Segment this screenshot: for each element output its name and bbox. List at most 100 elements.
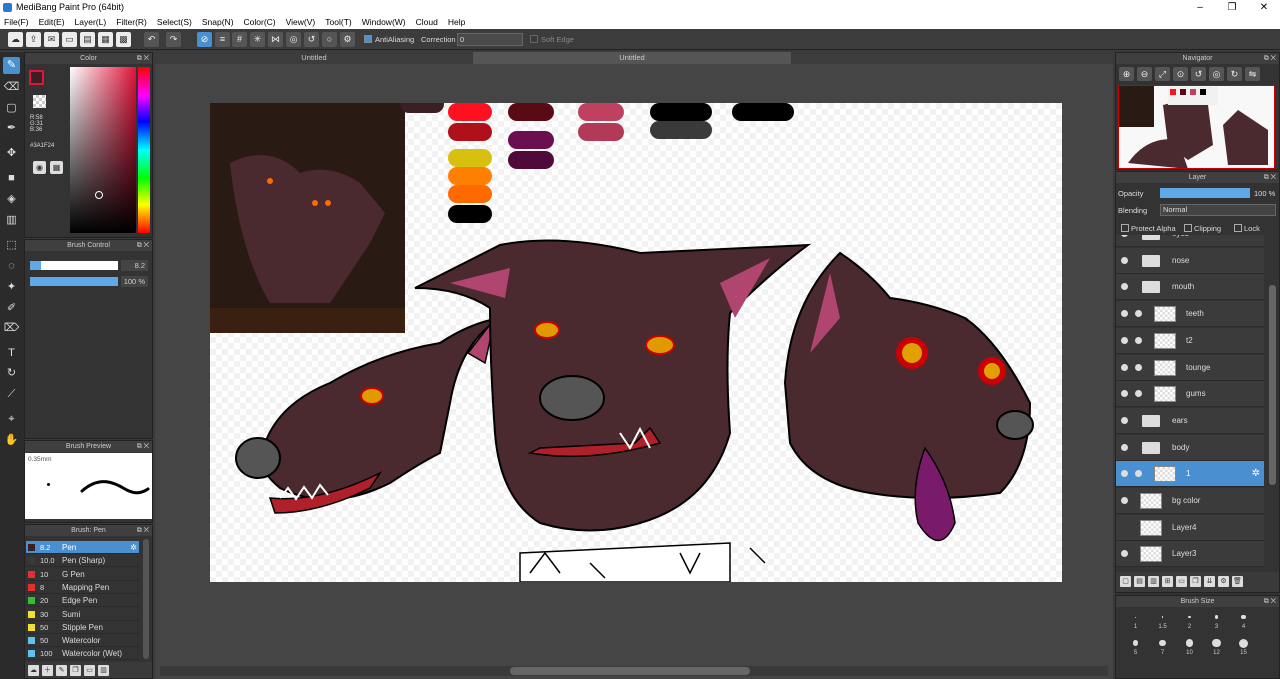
brush-tool-icon[interactable]: ✎: [3, 57, 20, 74]
menu-file[interactable]: File(F): [4, 15, 29, 29]
panel-close-icon[interactable]: ⧉ ✕: [1264, 596, 1276, 607]
brush-item[interactable]: 30 Sumi: [26, 608, 139, 621]
select-tool-icon[interactable]: ⬚: [3, 237, 20, 254]
radial-snap-icon[interactable]: ✳: [250, 32, 265, 47]
visibility-eye-icon[interactable]: [1121, 363, 1128, 371]
new-layer-1bit-icon[interactable]: ▥: [1148, 576, 1159, 587]
ellipse-snap-icon[interactable]: ○: [322, 32, 337, 47]
menu-snap[interactable]: Snap(N): [202, 15, 234, 29]
close-button[interactable]: ✕: [1248, 0, 1280, 15]
circle-snap-icon[interactable]: ◎: [286, 32, 301, 47]
color-cursor[interactable]: [95, 191, 103, 199]
panel-close-icon[interactable]: ⧉ ✕: [1264, 53, 1276, 64]
layer-row[interactable]: tounge: [1116, 354, 1264, 381]
visibility-eye-icon[interactable]: [1121, 416, 1128, 424]
new-layer-8bit-icon[interactable]: ▤: [1134, 576, 1145, 587]
menu-window[interactable]: Window(W): [362, 15, 406, 29]
blending-select[interactable]: Normal: [1160, 204, 1276, 216]
horizontal-scrollbar[interactable]: [160, 666, 1108, 676]
divide-tool-icon[interactable]: ⟋: [3, 386, 20, 403]
lock-checkbox[interactable]: [1234, 224, 1242, 232]
visibility-eye-icon[interactable]: [1135, 363, 1142, 371]
layer-row[interactable]: nose: [1116, 247, 1264, 274]
layer-row[interactable]: 1 ✲: [1116, 461, 1264, 488]
layer-settings-gear-icon[interactable]: ✲: [1252, 468, 1260, 479]
menu-layer[interactable]: Layer(L): [75, 15, 107, 29]
menu-cloud[interactable]: Cloud: [416, 15, 438, 29]
layer-row[interactable]: ears: [1116, 407, 1264, 434]
menu-help[interactable]: Help: [448, 15, 465, 29]
saturation-value-picker[interactable]: [70, 67, 136, 233]
drawing-canvas[interactable]: [210, 103, 1062, 582]
menu-select[interactable]: Select(S): [157, 15, 192, 29]
antialias-checkbox[interactable]: [364, 35, 372, 43]
select-pen-tool-icon[interactable]: ✐: [3, 300, 20, 317]
menu-tool[interactable]: Tool(T): [325, 15, 351, 29]
parallel-snap-icon[interactable]: ≡: [215, 32, 230, 47]
navigator-thumbnail[interactable]: [1118, 85, 1275, 169]
brush-size-preset[interactable]: 2: [1176, 610, 1203, 630]
layer-row[interactable]: eyes: [1116, 235, 1264, 247]
layer-list-scrollbar[interactable]: [1269, 285, 1276, 485]
brush-item[interactable]: 10.0 Pen (Sharp): [26, 554, 139, 568]
brush-size-slider[interactable]: [30, 261, 118, 270]
brush-settings-icon[interactable]: ✲: [130, 541, 137, 554]
new-layer-icon[interactable]: ▢: [1120, 576, 1131, 587]
pen-tool-icon[interactable]: ✒: [3, 120, 20, 137]
visibility-eye-icon[interactable]: [1135, 310, 1142, 318]
visibility-eye-icon[interactable]: [1135, 390, 1142, 398]
brush-item[interactable]: 8.2 Pen ✲: [26, 541, 139, 554]
add-layer-menu-icon[interactable]: ⊞: [1162, 576, 1173, 587]
tab-untitled-2[interactable]: Untitled: [473, 52, 791, 64]
select-eraser-tool-icon[interactable]: ⌦: [3, 320, 20, 337]
visibility-eye-icon[interactable]: [1135, 470, 1142, 478]
brush-size-preset[interactable]: 7: [1149, 636, 1176, 656]
move-tool-icon[interactable]: ✥: [3, 145, 20, 162]
tab-untitled-1[interactable]: Untitled: [155, 52, 473, 64]
brush-size-preset[interactable]: 10: [1176, 636, 1203, 656]
brush-size-preset[interactable]: 3: [1203, 610, 1230, 630]
panel-close-icon[interactable]: ⧉ ✕: [137, 53, 149, 64]
gradient-tool-icon[interactable]: ▥: [3, 212, 20, 229]
layer-row[interactable]: mouth: [1116, 274, 1264, 301]
menu-color[interactable]: Color(C): [244, 15, 276, 29]
panel-close-icon[interactable]: ⧉ ✕: [137, 441, 149, 452]
new-folder-icon[interactable]: ▭: [1176, 576, 1187, 587]
panel-close-icon[interactable]: ⧉ ✕: [1264, 172, 1276, 183]
cloud-icon[interactable]: ☁: [8, 32, 23, 47]
visibility-eye-icon[interactable]: [1121, 283, 1128, 291]
background-color-swatch[interactable]: [33, 95, 46, 108]
visibility-eye-icon[interactable]: [1121, 390, 1128, 398]
bucket-tool-icon[interactable]: ◈: [3, 191, 20, 208]
delete-brush-icon[interactable]: ▥: [98, 665, 109, 676]
rotate-reset-icon[interactable]: ◎: [1209, 67, 1224, 81]
clipping-checkbox[interactable]: [1184, 224, 1192, 232]
visibility-eye-icon[interactable]: [1121, 310, 1128, 318]
rotate-right-icon[interactable]: ↻: [1227, 67, 1242, 81]
brush-size-preset[interactable]: 1: [1122, 610, 1149, 630]
settings-snap-icon[interactable]: ⚙: [340, 32, 355, 47]
grid-snap-icon[interactable]: #: [232, 32, 247, 47]
text-tool-icon[interactable]: T: [3, 345, 20, 362]
comment-icon[interactable]: ✉: [44, 32, 59, 47]
brush-list-scrollbar[interactable]: [143, 539, 149, 659]
layer-row[interactable]: teeth: [1116, 301, 1264, 328]
soft-edge-checkbox[interactable]: [530, 35, 538, 43]
brush-size-value[interactable]: 8.2: [121, 260, 148, 271]
tile-icon[interactable]: ▩: [116, 32, 131, 47]
brush-opacity-slider[interactable]: [30, 277, 118, 286]
menu-filter[interactable]: Filter(R): [116, 15, 147, 29]
add-brush-icon[interactable]: ＋: [42, 665, 53, 676]
visibility-eye-icon[interactable]: [1121, 256, 1128, 264]
eyedropper-tool-icon[interactable]: ⌖: [3, 411, 20, 428]
brush-item[interactable]: 50 Stipple Pen: [26, 621, 139, 634]
brush-item[interactable]: 20 Edge Pen: [26, 594, 139, 608]
palette-icon[interactable]: ▦: [50, 161, 63, 174]
hue-slider[interactable]: [138, 67, 150, 233]
layer-settings-icon[interactable]: ⚙: [1218, 576, 1229, 587]
visibility-eye-icon[interactable]: [1135, 336, 1142, 344]
duplicate-layer-icon[interactable]: ❐: [1190, 576, 1201, 587]
grid-page-icon[interactable]: ▦: [98, 32, 113, 47]
copy-brush-icon[interactable]: ❐: [70, 665, 81, 676]
dot-tool-icon[interactable]: ▢: [3, 100, 20, 117]
